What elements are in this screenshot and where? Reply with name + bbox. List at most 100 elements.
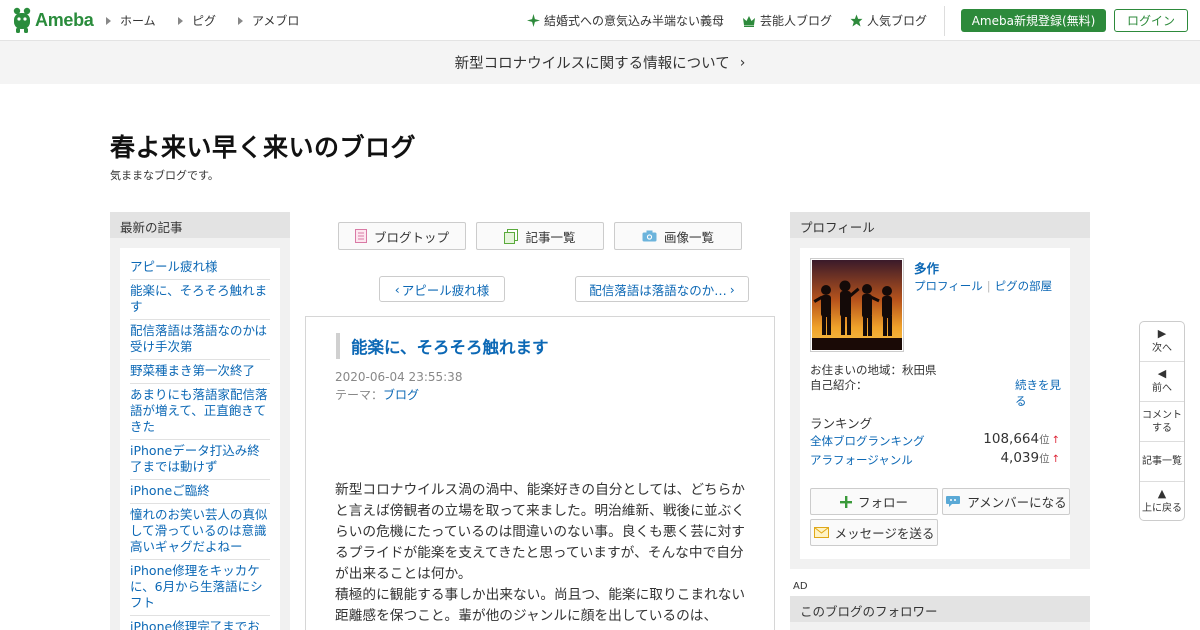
avatar-image bbox=[812, 260, 902, 350]
profile-more-link[interactable]: 続きを見る bbox=[1015, 377, 1070, 409]
avatar[interactable] bbox=[810, 258, 904, 352]
prev-entry-label: 前へ bbox=[1152, 383, 1172, 394]
prev-article-link[interactable]: ‹ アピール疲れ様 bbox=[379, 276, 505, 302]
list-item[interactable]: iPhone修理をキッカケに、6月から生落語にシフト bbox=[130, 560, 270, 616]
header-link-popular[interactable]: 人気ブログ bbox=[850, 12, 927, 29]
nav-ameblo-label: アメブロ bbox=[252, 14, 300, 28]
profile-name[interactable]: 多作 bbox=[914, 258, 939, 277]
article-list-label: 記事一覧 bbox=[525, 229, 576, 245]
list-item[interactable]: 野菜種まき第一次終了 bbox=[130, 360, 270, 384]
sparkle-icon bbox=[527, 14, 540, 27]
chat-bubble-icon bbox=[945, 495, 961, 508]
ranking-genre-link[interactable]: アラフォージャンル bbox=[810, 452, 913, 468]
send-message-button[interactable]: メッセージを送る bbox=[810, 519, 938, 546]
header-link-celebrity[interactable]: 芸能人ブログ bbox=[742, 12, 832, 29]
article-entry: 能楽に、そろそろ触れます 2020-06-04 23:55:38 テーマ：ブログ… bbox=[305, 316, 775, 630]
send-message-label: メッセージを送る bbox=[834, 526, 935, 541]
ad-label: AD bbox=[793, 581, 808, 592]
register-button[interactable]: Ameba新規登録(無料) bbox=[961, 9, 1106, 32]
list-item[interactable]: 能楽に、そろそろ触れます bbox=[130, 280, 270, 320]
article-list-button[interactable]: 記事一覧 bbox=[476, 222, 604, 250]
profile-links: プロフィール | ピグの部屋 bbox=[914, 278, 1052, 294]
star-icon bbox=[850, 14, 863, 27]
ameba-logo[interactable]: Ameba bbox=[12, 6, 94, 34]
ranking-overall-value: 108,664位 ↑ bbox=[983, 431, 1060, 447]
next-entry-button[interactable]: ▶ 次へ bbox=[1140, 322, 1184, 362]
followers-heading: このブログのフォロワー bbox=[790, 596, 1090, 622]
next-article-label: 配信落語は落語なのか… bbox=[589, 282, 727, 298]
entry-title[interactable]: 能楽に、そろそろ触れます bbox=[336, 333, 549, 359]
triangle-right-icon bbox=[178, 16, 183, 25]
link-divider: | bbox=[986, 279, 991, 293]
blog-top-button[interactable]: ブログトップ bbox=[338, 222, 466, 250]
follow-label: フォロー bbox=[857, 495, 908, 510]
nav-pig-label: ピグ bbox=[192, 14, 217, 28]
follow-button[interactable]: フォロー bbox=[810, 488, 938, 515]
profile-box: 多作 プロフィール | ピグの部屋 お住まいの地域：秋田県 自己紹介： 続きを見る … bbox=[800, 248, 1070, 559]
pig-room-link[interactable]: ピグの部屋 bbox=[995, 279, 1053, 293]
blog-title[interactable]: 春よ来い早く来いのブログ bbox=[110, 128, 416, 164]
triangle-right-icon bbox=[238, 16, 243, 25]
profile-link[interactable]: プロフィール bbox=[914, 279, 983, 293]
global-header: Ameba ホーム ピグ アメブロ 結婚式への意気込み半端ない義母 芸能人ブログ… bbox=[0, 0, 1200, 41]
list-item[interactable]: 憧れのお笑い芸人の真似して滑っているのは意識高いギャグだよねー bbox=[130, 504, 270, 560]
blog-top-icon bbox=[354, 229, 367, 243]
nav-home[interactable]: ホーム bbox=[106, 12, 156, 29]
list-item[interactable]: あまりにも落語家配信落語が増えて、正直飽きてきた bbox=[130, 384, 270, 440]
header-link-celebrity-label: 芸能人ブログ bbox=[760, 14, 833, 28]
profile-heading: プロフィール bbox=[790, 212, 1090, 238]
side-article-list-label: 記事一覧 bbox=[1142, 456, 1182, 467]
ranking-heading: ランキング bbox=[810, 416, 873, 431]
recent-articles-panel: 最新の記事 アピール疲れ様 能楽に、そろそろ触れます 配信落語は落語なのかは受け… bbox=[110, 212, 290, 630]
back-to-top-button[interactable]: ▲ 上に戻る bbox=[1140, 482, 1184, 520]
nav-home-label: ホーム bbox=[120, 14, 156, 28]
list-item[interactable]: iPhoneデータ打込み終了までは動けず bbox=[130, 440, 270, 480]
envelope-icon bbox=[813, 527, 829, 538]
ranking-row-genre: アラフォージャンル 4,039位 ↑ bbox=[810, 450, 1060, 468]
blog-description: 気ままなブログです。 bbox=[110, 169, 219, 182]
chevron-right-icon: › bbox=[739, 54, 746, 71]
nav-pig[interactable]: ピグ bbox=[178, 12, 216, 29]
header-link-popular-label: 人気ブログ bbox=[867, 14, 928, 28]
crown-icon bbox=[742, 15, 756, 27]
list-item[interactable]: 配信落語は落語なのかは受け手次第 bbox=[130, 320, 270, 360]
entry-body: 新型コロナウイルス渦の渦中、能楽好きの自分としては、どちらかと言えば傍観者の立場… bbox=[335, 480, 747, 627]
followers-panel bbox=[790, 622, 1090, 630]
play-left-icon: ◀ bbox=[1157, 367, 1167, 380]
list-item[interactable]: アピール疲れ様 bbox=[130, 256, 270, 280]
header-link-trending-label: 結婚式への意気込み半端ない義母 bbox=[544, 14, 725, 28]
article-list-icon bbox=[504, 228, 519, 244]
prev-entry-button[interactable]: ◀ 前へ bbox=[1140, 362, 1184, 402]
header-link-trending[interactable]: 結婚式への意気込み半端ない義母 bbox=[527, 12, 724, 29]
login-button[interactable]: ログイン bbox=[1114, 9, 1188, 32]
entry-theme: テーマ：ブログ bbox=[335, 386, 419, 403]
side-article-list-button[interactable]: 記事一覧 bbox=[1140, 442, 1184, 482]
play-right-icon: ▶ bbox=[1157, 327, 1167, 340]
nav-ameblo[interactable]: アメブロ bbox=[238, 12, 299, 29]
next-entry-label: 次へ bbox=[1152, 343, 1172, 354]
triangle-right-icon bbox=[106, 16, 111, 25]
chevron-left-icon: ‹ bbox=[394, 281, 400, 297]
image-list-label: 画像一覧 bbox=[663, 229, 714, 245]
amember-label: アメンバーになる bbox=[967, 495, 1067, 510]
floating-side-nav: ▶ 次へ ◀ 前へ コメント する 記事一覧 ▲ 上に戻る bbox=[1139, 321, 1185, 521]
prev-article-label: アピール疲れ様 bbox=[401, 282, 490, 298]
amember-button[interactable]: アメンバーになる bbox=[942, 488, 1070, 515]
comment-button[interactable]: コメント する bbox=[1140, 402, 1184, 442]
triangle-up-icon: ▲ bbox=[1157, 486, 1167, 500]
header-divider bbox=[944, 6, 945, 36]
notice-text: 新型コロナウイルスに関する情報について bbox=[454, 56, 730, 72]
logo-text: Ameba bbox=[35, 9, 94, 30]
camera-icon bbox=[642, 230, 657, 242]
entry-paragraph: 新型コロナウイルス渦の渦中、能楽好きの自分としては、どちらかと言えば傍観者の立場… bbox=[335, 482, 745, 582]
list-item[interactable]: iPhone修理完了までお休み bbox=[130, 616, 270, 630]
entry-date: 2020-06-04 23:55:38 bbox=[335, 370, 463, 384]
ranking-overall-link[interactable]: 全体ブログランキング bbox=[810, 433, 925, 449]
list-item[interactable]: iPhoneご臨終 bbox=[130, 480, 270, 504]
entry-theme-link[interactable]: ブログ bbox=[383, 388, 419, 402]
covid-notice-banner[interactable]: 新型コロナウイルスに関する情報について › bbox=[0, 41, 1200, 84]
image-list-button[interactable]: 画像一覧 bbox=[614, 222, 742, 250]
profile-area: お住まいの地域：秋田県 bbox=[810, 363, 937, 377]
next-article-link[interactable]: 配信落語は落語なのか… › bbox=[575, 276, 749, 302]
arrow-up-icon: ↑ bbox=[1051, 435, 1060, 446]
